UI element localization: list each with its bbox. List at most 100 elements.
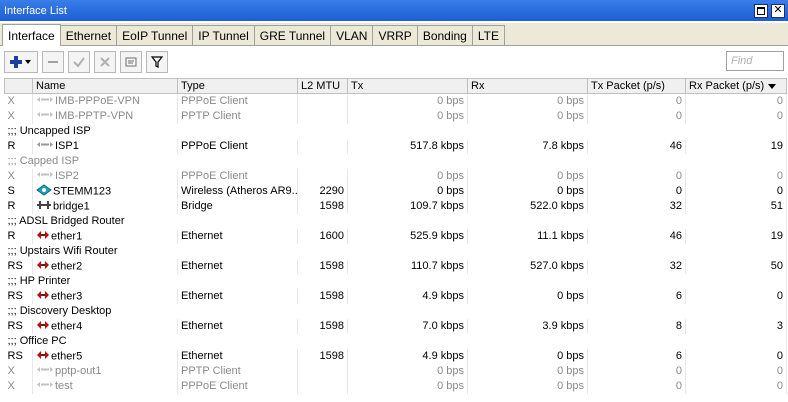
cell-tx-packet: 0 — [587, 93, 686, 109]
maximize-button[interactable] — [754, 3, 768, 18]
cell-tx-packet: 6 — [587, 348, 686, 364]
cell-rx-packet: 0 — [685, 183, 787, 199]
column-menu-arrow-icon[interactable] — [768, 83, 777, 89]
interface-name: ISP1 — [55, 139, 79, 152]
minus-icon — [48, 61, 58, 63]
table-row-comment[interactable]: ;;; Discovery Desktop — [4, 303, 787, 319]
table-row[interactable]: Rether1 Ethernet 1600 525.9 kbps 11.1 kbps 46… — [4, 228, 787, 244]
cell-tx-packet: 6 — [587, 288, 686, 304]
cell-type: PPTP Client — [177, 363, 298, 379]
cell-name: IMB-PPTP-VPN — [32, 108, 178, 124]
cell-tx: 110.7 kbps — [347, 258, 468, 274]
cell-tx: 0 bps — [347, 378, 468, 394]
cell-rx-packet: 0 — [685, 93, 787, 109]
cell-type: Ethernet — [177, 228, 298, 244]
comment-text: ;;; Capped ISP — [4, 153, 787, 169]
wireless-icon — [36, 183, 52, 199]
cell-name: bridge1 — [32, 198, 178, 214]
close-button[interactable]: ✕ — [771, 3, 785, 18]
column-flags[interactable] — [4, 78, 33, 94]
cell-rx-packet: 0 — [685, 378, 787, 394]
tab-vrrp[interactable]: VRRP — [372, 25, 418, 45]
table-row-comment[interactable]: ;;; Office PC — [4, 333, 787, 349]
table-row[interactable]: RS ether4 Ethernet 1598 7.0 kbps 3.9 kbps 8 3 — [4, 318, 787, 334]
table-row[interactable]: R ISP1 PPPoE Client 517.8 kbps 7.8 kbps 46 19 — [4, 138, 787, 154]
cell-type: PPPoE Client — [177, 93, 298, 109]
vpn-icon — [36, 380, 54, 392]
column-tx[interactable]: Tx — [347, 78, 468, 94]
table-row-comment[interactable]: ;;; Uncapped ISP — [4, 123, 787, 139]
cell-l2mtu: 1600 — [297, 228, 348, 244]
column-rx-packet-label: Rx Packet (p/s) — [689, 80, 765, 92]
tab-ethernet[interactable]: Ethernet — [59, 25, 118, 45]
cell-tx: 4.9 kbps — [347, 288, 468, 304]
tab-eoip-tunnel[interactable]: EoIP Tunnel — [116, 25, 194, 45]
filter-icon — [150, 56, 164, 68]
table-row[interactable]: Rbridge1 Bridge 1598 109.7 kbps 522.0 kbps 32… — [4, 198, 787, 214]
column-rx-packet[interactable]: Rx Packet (p/s) — [685, 78, 787, 94]
cell-flags: RS — [4, 348, 33, 364]
table-row-comment[interactable]: ;;; Upstairs Wifi Router — [4, 243, 787, 259]
filter-button[interactable] — [146, 51, 168, 73]
vpn-icon — [36, 110, 54, 122]
cell-type: Ethernet — [177, 318, 298, 334]
table-row[interactable]: RS ether5 Ethernet 1598 4.9 kbps 0 bps 6 0 — [4, 348, 787, 364]
cell-l2mtu — [297, 363, 348, 379]
cell-l2mtu — [297, 168, 348, 184]
table-row[interactable]: Xtest PPPoE Client 0 bps 0 bps 0 0 — [4, 378, 787, 394]
column-l2mtu[interactable]: L2 MTU — [297, 78, 348, 94]
vpn-icon — [36, 140, 54, 152]
cell-flags: RS — [4, 288, 33, 304]
ethernet-icon — [36, 260, 50, 273]
cell-l2mtu: 1598 — [297, 258, 348, 274]
find-input[interactable] — [726, 51, 784, 71]
interface-name: ether2 — [51, 259, 83, 272]
cell-rx-packet: 0 — [685, 108, 787, 124]
table-row[interactable]: X IMB-PPPoE-VPN PPPoE Client 0 bps 0 bps 0 0 — [4, 93, 787, 109]
table-row[interactable]: RS ether2 Ethernet 1598 110.7 kbps 527.0 kbps… — [4, 258, 787, 274]
add-button[interactable] — [4, 51, 38, 73]
cell-name: ether4 — [32, 318, 178, 334]
column-name[interactable]: Name — [32, 78, 178, 94]
cell-l2mtu — [297, 108, 348, 124]
cell-flags: R — [4, 138, 33, 154]
cell-tx: 0 bps — [347, 183, 468, 199]
interface-table: Name Type L2 MTU Tx Rx Tx Packet (p/s) R… — [4, 78, 787, 394]
table-row[interactable]: Xpptp-out1 PPTP Client 0 bps 0 bps 0 0 — [4, 363, 787, 379]
tab-vlan[interactable]: VLAN — [330, 25, 374, 45]
interface-name: test — [55, 379, 73, 392]
table-row[interactable]: S STEMM123 Wireless (Atheros AR9... 2290 0 b… — [4, 183, 787, 199]
remove-button[interactable] — [42, 51, 64, 73]
table-row[interactable]: X IMB-PPTP-VPN PPTP Client 0 bps 0 bps 0 0 — [4, 108, 787, 124]
table-row[interactable]: RS ether3 Ethernet 1598 4.9 kbps 0 bps 6 0 — [4, 288, 787, 304]
tab-interface[interactable]: Interface — [2, 24, 61, 46]
cell-flags: R — [4, 228, 33, 244]
comment-icon — [125, 57, 137, 67]
enable-button[interactable] — [68, 51, 90, 73]
column-type[interactable]: Type — [177, 78, 298, 94]
tab-ip-tunnel[interactable]: IP Tunnel — [192, 25, 255, 45]
table-row-comment[interactable]: ;;; HP Printer — [4, 273, 787, 289]
cell-tx: 4.9 kbps — [347, 348, 468, 364]
table-row[interactable]: X ISP2 PPPoE Client 0 bps 0 bps 0 0 — [4, 168, 787, 184]
column-tx-packet[interactable]: Tx Packet (p/s) — [587, 78, 686, 94]
comment-button[interactable] — [120, 51, 142, 73]
tab-lte[interactable]: LTE — [471, 25, 505, 45]
table-row-comment[interactable]: ;;; ADSL Bridged Router — [4, 213, 787, 229]
cell-type: Bridge — [177, 198, 298, 214]
cell-l2mtu — [297, 138, 348, 154]
cell-rx-packet: 19 — [685, 228, 787, 244]
disable-button[interactable] — [94, 51, 116, 73]
cell-flags: RS — [4, 258, 33, 274]
window-title-bar[interactable]: Interface List ✕ — [0, 0, 788, 21]
cell-tx-packet: 0 — [587, 183, 686, 199]
column-rx[interactable]: Rx — [467, 78, 588, 94]
table-row-comment[interactable]: ;;; Capped ISP — [4, 153, 787, 169]
comment-text: ;;; ADSL Bridged Router — [4, 213, 787, 229]
ethernet-icon — [36, 230, 50, 243]
cell-rx-packet: 3 — [685, 318, 787, 334]
tab-bonding[interactable]: Bonding — [416, 25, 473, 45]
tab-gre-tunnel[interactable]: GRE Tunnel — [253, 25, 332, 45]
cell-l2mtu — [297, 378, 348, 394]
cell-name: ether2 — [32, 258, 178, 274]
